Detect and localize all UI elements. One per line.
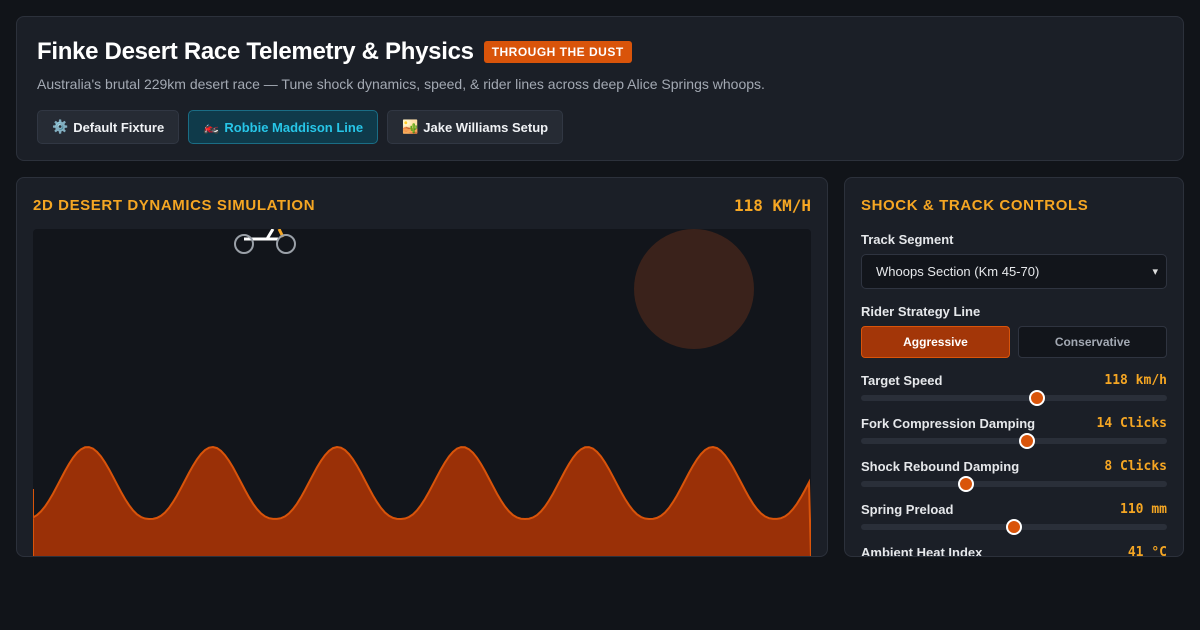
slider-value: 118 km/h bbox=[1104, 372, 1167, 388]
slider-label: Fork Compression Damping bbox=[861, 415, 1036, 431]
simulation-header: 2D DESERT DYNAMICS SIMULATION 118 KM/H bbox=[33, 196, 811, 215]
desert-icon: 🏜️ bbox=[402, 119, 419, 135]
slider-fork-compression: Fork Compression Damping 14 Clicks bbox=[861, 415, 1167, 449]
slider-list: Target Speed 118 km/h Fork Compression D… bbox=[861, 372, 1167, 557]
page-title: Finke Desert Race Telemetry & Physics bbox=[37, 38, 474, 65]
strategy-toggle: Aggressive Conservative bbox=[861, 326, 1167, 358]
sun-icon bbox=[634, 229, 754, 349]
strategy-aggressive-button[interactable]: Aggressive bbox=[861, 326, 1010, 358]
slider-value: 41 °C bbox=[1127, 544, 1167, 557]
status-badge: THROUGH THE DUST bbox=[483, 41, 632, 63]
slider-thumb[interactable] bbox=[957, 476, 974, 492]
slider-label: Spring Preload bbox=[861, 501, 954, 517]
terrain-whoops bbox=[32, 445, 812, 556]
preset-label: Robbie Maddison Line bbox=[224, 119, 364, 135]
motorcycle-icon bbox=[234, 228, 296, 254]
strategy-label: Rider Strategy Line bbox=[861, 304, 981, 319]
slider-value: 8 Clicks bbox=[1104, 458, 1167, 474]
slider-shock-rebound: Shock Rebound Damping 8 Clicks bbox=[861, 458, 1167, 492]
title-row: Finke Desert Race Telemetry & Physics TH… bbox=[37, 37, 1163, 67]
preset-default-fixture-button[interactable]: ⚙️ Default Fixture bbox=[37, 110, 180, 144]
slider-track[interactable] bbox=[861, 519, 1167, 535]
simulation-canvas[interactable] bbox=[32, 228, 812, 556]
track-segment-select[interactable]: Whoops Section (Km 45-70) ▾ bbox=[861, 254, 1167, 289]
slider-thumb[interactable] bbox=[1019, 433, 1036, 449]
preset-row: ⚙️ Default Fixture 🏍️ Robbie Maddison Li… bbox=[37, 110, 1163, 144]
controls-card: SHOCK & TRACK CONTROLS Track Segment Who… bbox=[844, 177, 1184, 557]
slider-track[interactable] bbox=[861, 390, 1167, 406]
slider-label: Target Speed bbox=[861, 372, 943, 388]
slider-thumb[interactable] bbox=[1006, 519, 1022, 535]
strategy-conservative-button[interactable]: Conservative bbox=[1018, 326, 1167, 358]
slider-ambient-heat: Ambient Heat Index 41 °C bbox=[861, 544, 1167, 557]
slider-track[interactable] bbox=[861, 476, 1167, 492]
preset-robbie-maddison-button[interactable]: 🏍️ Robbie Maddison Line bbox=[188, 110, 379, 144]
preset-label: Default Fixture bbox=[73, 119, 165, 135]
page-subtitle: Australia's brutal 229km desert race — T… bbox=[37, 76, 765, 92]
chevron-down-icon: ▾ bbox=[1152, 265, 1158, 278]
preset-label: Jake Williams Setup bbox=[423, 119, 549, 135]
controls-title: SHOCK & TRACK CONTROLS bbox=[861, 197, 1089, 214]
simulation-title: 2D DESERT DYNAMICS SIMULATION bbox=[33, 197, 316, 214]
slider-spring-preload: Spring Preload 110 mm bbox=[861, 501, 1167, 535]
slider-target-speed: Target Speed 118 km/h bbox=[861, 372, 1167, 406]
preset-jake-williams-button[interactable]: 🏜️ Jake Williams Setup bbox=[387, 110, 564, 144]
slider-label: Shock Rebound Damping bbox=[861, 458, 1020, 474]
slider-label: Ambient Heat Index bbox=[861, 544, 983, 557]
track-segment-value: Whoops Section (Km 45-70) bbox=[876, 264, 1040, 279]
slider-track[interactable] bbox=[861, 433, 1167, 449]
slider-thumb[interactable] bbox=[1028, 390, 1045, 406]
motorcycle-icon: 🏍️ bbox=[203, 119, 220, 135]
slider-value: 110 mm bbox=[1120, 501, 1167, 517]
track-segment-label: Track Segment bbox=[861, 232, 954, 247]
slider-value: 14 Clicks bbox=[1096, 415, 1167, 431]
gear-icon: ⚙️ bbox=[52, 119, 69, 135]
speed-readout: 118 KM/H bbox=[733, 196, 811, 215]
header-card: Finke Desert Race Telemetry & Physics TH… bbox=[16, 16, 1184, 161]
simulation-scene bbox=[32, 228, 812, 556]
simulation-card: 2D DESERT DYNAMICS SIMULATION 118 KM/H bbox=[16, 177, 828, 557]
